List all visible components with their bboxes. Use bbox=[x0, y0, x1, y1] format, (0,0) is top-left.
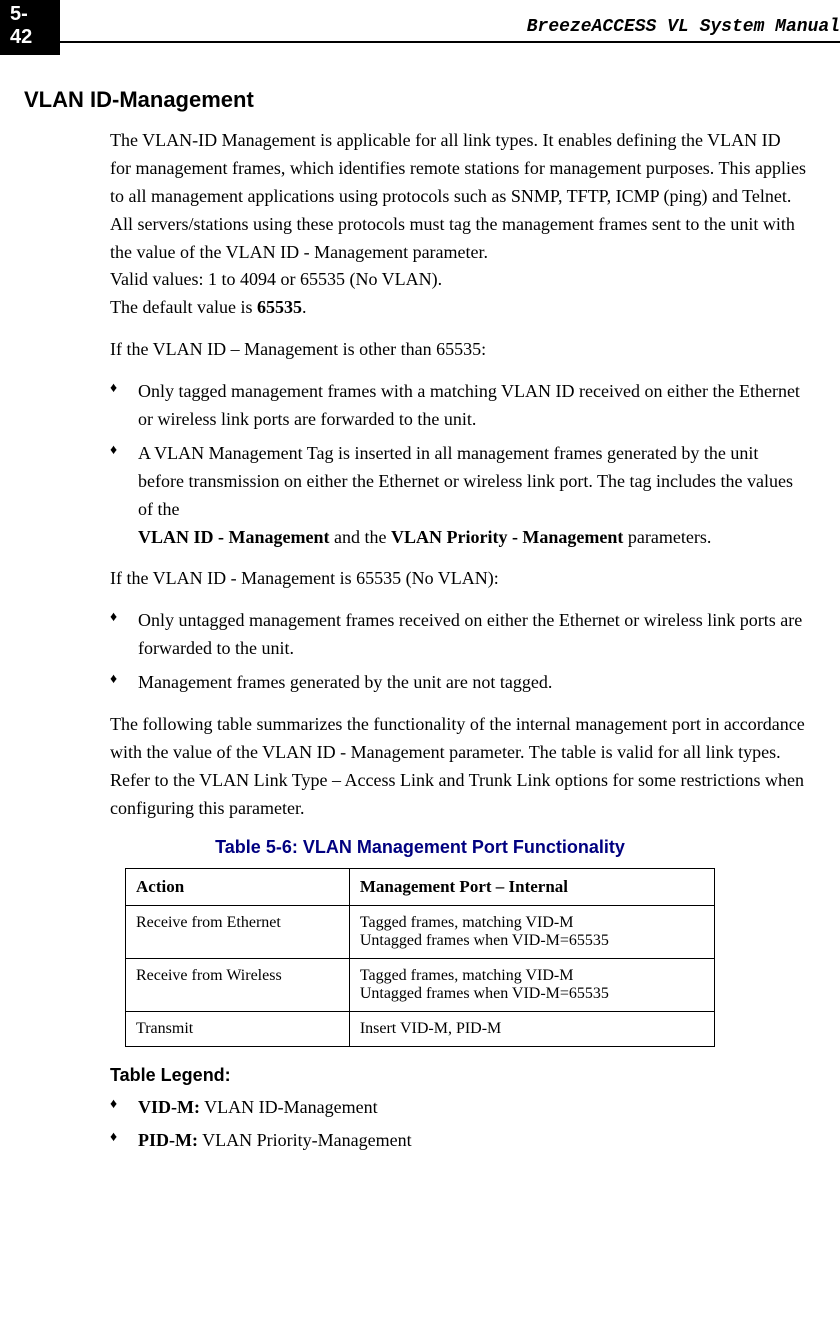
para1-text3-pre: The default value is bbox=[110, 297, 257, 317]
r2c2a: Tagged frames, matching VID-M bbox=[360, 967, 574, 984]
r2c2b: Untagged frames when VID-M=65535 bbox=[360, 985, 609, 1002]
table-cell: Receive from Wireless bbox=[126, 958, 350, 1011]
para1-text2: Valid values: 1 to 4094 or 65535 (No VLA… bbox=[110, 266, 806, 294]
b2-pre: A VLAN Management Tag is inserted in all… bbox=[138, 443, 793, 519]
header-rule: BreezeACCESS VL System Manual bbox=[60, 41, 840, 43]
b2-mid: and the bbox=[329, 527, 390, 547]
paragraph-4: The following table summarizes the funct… bbox=[110, 711, 806, 823]
r1c2b: Untagged frames when VID-M=65535 bbox=[360, 932, 609, 949]
table-header-row: Action Management Port – Internal bbox=[126, 868, 715, 905]
table-cell: Receive from Ethernet bbox=[126, 905, 350, 958]
table-row: Receive from Ethernet Tagged frames, mat… bbox=[126, 905, 715, 958]
list-item: VID-M: VLAN ID-Management bbox=[110, 1094, 806, 1122]
list-item: PID-M: VLAN Priority-Management bbox=[110, 1127, 806, 1155]
table-caption: Table 5-6: VLAN Management Port Function… bbox=[24, 837, 816, 858]
vlan-table: Action Management Port – Internal Receiv… bbox=[125, 868, 715, 1047]
legend-l1-bold: VID-M: bbox=[138, 1097, 200, 1117]
para1-text3: The default value is 65535. bbox=[110, 294, 806, 322]
page-number: 5-42 bbox=[0, 0, 60, 55]
list-item: Only tagged management frames with a mat… bbox=[110, 378, 806, 434]
paragraph-2: If the VLAN ID – Management is other tha… bbox=[110, 336, 806, 364]
table-cell: Transmit bbox=[126, 1011, 350, 1046]
r1c2a: Tagged frames, matching VID-M bbox=[360, 914, 574, 931]
header-title: BreezeACCESS VL System Manual bbox=[527, 17, 840, 37]
legend-l2-bold: PID-M: bbox=[138, 1130, 198, 1150]
page-content: VLAN ID-Management The VLAN-ID Managemen… bbox=[0, 63, 840, 1155]
bullet-list-2: Only untagged management frames received… bbox=[110, 607, 806, 697]
section-heading: VLAN ID-Management bbox=[24, 87, 816, 113]
page-header: 5-42 BreezeACCESS VL System Manual bbox=[0, 0, 840, 55]
table-cell: Insert VID-M, PID-M bbox=[349, 1011, 714, 1046]
paragraph-3: If the VLAN ID - Management is 65535 (No… bbox=[110, 565, 806, 593]
para1-text3-post: . bbox=[302, 297, 307, 317]
list-item: Management frames generated by the unit … bbox=[110, 669, 806, 697]
paragraph-1: The VLAN-ID Management is applicable for… bbox=[110, 127, 806, 322]
para1-text3-bold: 65535 bbox=[257, 297, 302, 317]
b2-post: parameters. bbox=[623, 527, 711, 547]
table-row: Transmit Insert VID-M, PID-M bbox=[126, 1011, 715, 1046]
para1-text1: The VLAN-ID Management is applicable for… bbox=[110, 127, 806, 266]
b2-bold2: VLAN Priority - Management bbox=[391, 527, 623, 547]
table-header-action: Action bbox=[126, 868, 350, 905]
legend-l2-text: VLAN Priority-Management bbox=[198, 1130, 412, 1150]
legend-l1-text: VLAN ID-Management bbox=[200, 1097, 378, 1117]
table-cell: Tagged frames, matching VID-M Untagged f… bbox=[349, 958, 714, 1011]
table-cell: Tagged frames, matching VID-M Untagged f… bbox=[349, 905, 714, 958]
bullet-list-1: Only tagged management frames with a mat… bbox=[110, 378, 806, 551]
b2-bold1: VLAN ID - Management bbox=[138, 527, 329, 547]
table-header-port: Management Port – Internal bbox=[349, 868, 714, 905]
list-item: Only untagged management frames received… bbox=[110, 607, 806, 663]
list-item: A VLAN Management Tag is inserted in all… bbox=[110, 440, 806, 552]
legend-heading: Table Legend: bbox=[110, 1065, 816, 1086]
legend-list: VID-M: VLAN ID-Management PID-M: VLAN Pr… bbox=[110, 1094, 806, 1156]
table-row: Receive from Wireless Tagged frames, mat… bbox=[126, 958, 715, 1011]
